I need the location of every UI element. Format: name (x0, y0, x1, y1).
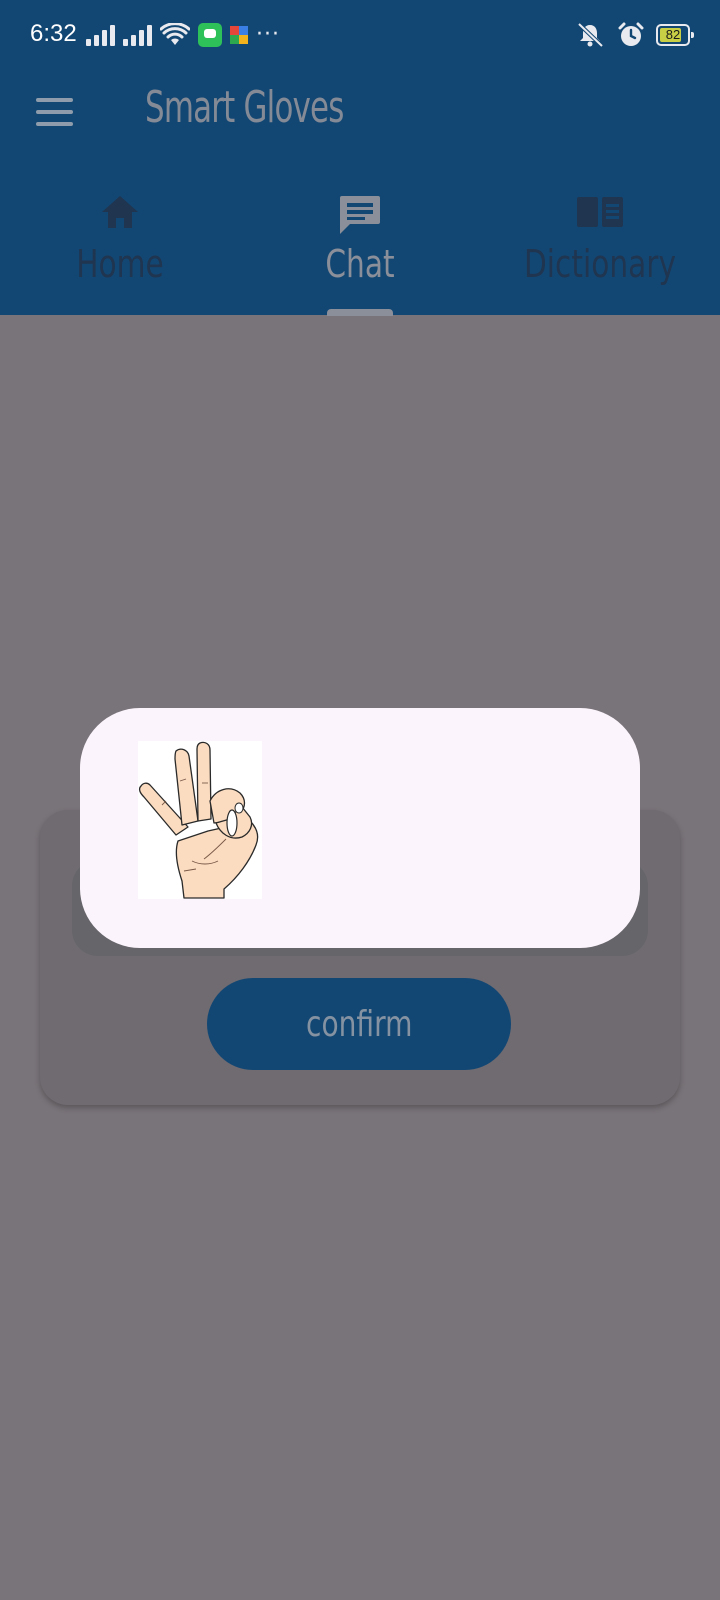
chat-icon (340, 196, 380, 234)
message-app-icon (198, 23, 222, 47)
tab-home[interactable]: Home (0, 186, 240, 315)
confirm-button[interactable]: confirm (207, 978, 511, 1070)
menu-icon[interactable] (36, 98, 74, 126)
alarm-icon (618, 22, 644, 46)
status-bar: 6:32 ··· 82 (0, 0, 720, 72)
status-time: 6:32 (30, 20, 77, 47)
signal-icon (123, 24, 152, 46)
sign-dialog (80, 708, 640, 948)
active-tab-indicator (327, 309, 393, 316)
app-title: Smart Gloves (145, 82, 344, 133)
vibrate-icon (577, 22, 604, 48)
ok-hand-sign-image (138, 741, 262, 899)
book-icon (577, 197, 623, 227)
status-icons-left: ··· (86, 20, 280, 50)
tab-dictionary[interactable]: Dictionary (480, 186, 720, 315)
home-icon (102, 196, 138, 228)
tab-home-label: Home (76, 242, 164, 286)
battery-level-text: 82 (665, 27, 681, 42)
puzzle-app-icon (230, 26, 248, 44)
tab-bar: Home Chat Dictionary (0, 186, 720, 315)
tab-chat[interactable]: Chat (240, 186, 480, 315)
signal-icon (86, 24, 115, 46)
app-bar: 6:32 ··· 82 Smart Gloves Home Chat Dicti… (0, 0, 720, 315)
tab-dictionary-label: Dictionary (523, 242, 677, 286)
battery-icon: 82 (656, 24, 694, 46)
status-icons-right: 82 (574, 20, 694, 50)
more-dots-icon: ··· (256, 22, 280, 47)
confirm-label: confirm (305, 1003, 413, 1045)
hand-drawing (138, 741, 259, 899)
tab-chat-label: Chat (325, 242, 395, 286)
wifi-icon (160, 23, 190, 45)
